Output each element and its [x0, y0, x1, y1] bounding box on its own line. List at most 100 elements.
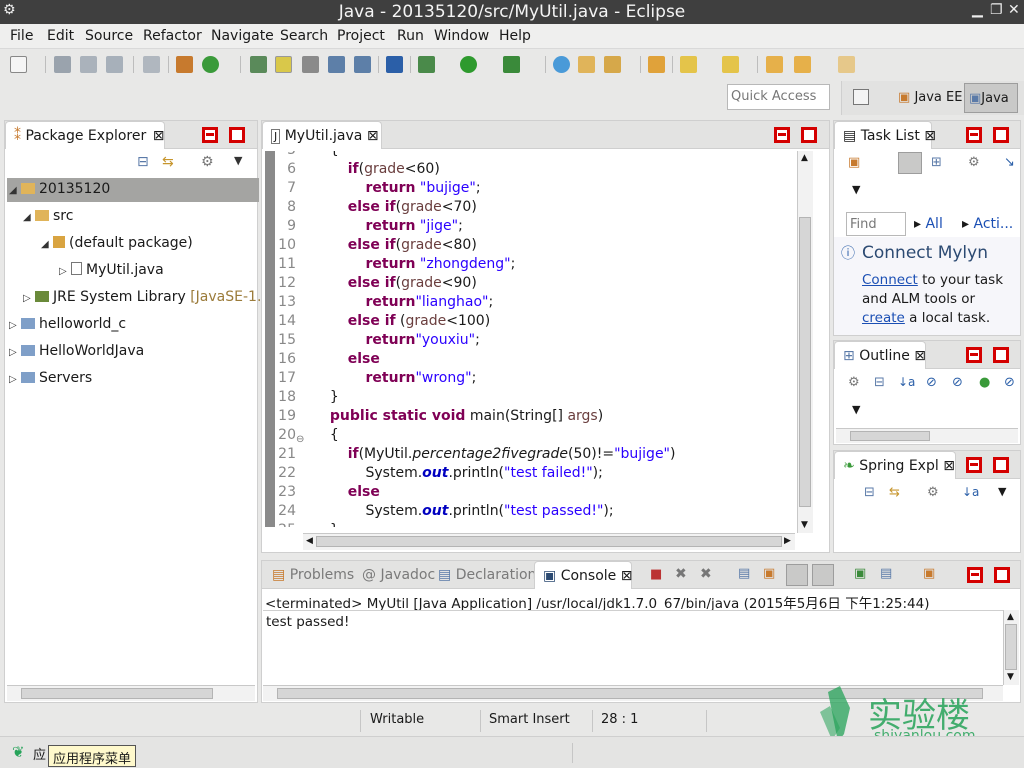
save-all-icon[interactable] [80, 56, 97, 73]
expanded-icon[interactable]: ◢ [9, 185, 21, 196]
focus-icon[interactable]: ↘ [1004, 155, 1015, 170]
print-icon[interactable] [106, 56, 123, 73]
run-external-icon[interactable] [503, 56, 520, 73]
create-link[interactable]: create [862, 310, 905, 326]
last-edit-icon[interactable] [766, 56, 783, 73]
close-icon[interactable]: ⊠ [621, 568, 633, 584]
tab-declaration[interactable]: ▤ Declaration [430, 561, 544, 589]
scroll-right-icon[interactable]: ▶ [784, 536, 791, 546]
new-icon[interactable] [10, 56, 27, 73]
tree-item-src[interactable]: ◢ src [7, 205, 73, 229]
view-menu-icon[interactable]: ▼ [234, 154, 242, 167]
hide-static-icon[interactable]: ⊘ [952, 375, 963, 390]
maximize-view-icon[interactable] [801, 127, 817, 143]
open-console-icon[interactable]: ▣ [923, 566, 935, 581]
expanded-icon[interactable]: ◢ [23, 212, 35, 223]
menu-source[interactable]: Source [85, 28, 133, 44]
quick-access-input[interactable]: Quick Access [727, 84, 830, 110]
prev-annotation-icon[interactable] [722, 56, 739, 73]
scheduled-icon[interactable]: ⊞ [931, 155, 942, 170]
menu-run[interactable]: Run [397, 28, 424, 44]
scroll-lock-icon[interactable]: ▣ [763, 566, 775, 581]
close-icon[interactable]: ⊠ [943, 458, 955, 474]
filter-icon[interactable]: ⚙ [968, 155, 980, 170]
minimize-view-icon[interactable] [774, 127, 790, 143]
view-menu-icon[interactable]: ▼ [998, 485, 1006, 498]
sort-icon[interactable]: ↓a [898, 375, 915, 389]
tab-spring-explorer[interactable]: ❧ Spring Expl ⊠ [834, 451, 956, 479]
open-perspective-icon[interactable] [853, 89, 869, 105]
scrollbar-thumb[interactable] [1005, 624, 1017, 670]
tree-item-myutil-java[interactable]: ▷ MyUtil.java [7, 259, 164, 283]
show-stderr-icon[interactable] [812, 564, 834, 586]
menu-file[interactable]: File [10, 28, 33, 44]
forward-icon[interactable] [838, 56, 855, 73]
tab-problems[interactable]: ▤ Problems [264, 561, 362, 589]
save-icon[interactable] [54, 56, 71, 73]
new-task-icon[interactable]: ▣ [848, 155, 860, 170]
tab-console[interactable]: ▣ Console ⊠ [534, 561, 632, 589]
fold-collapse-icon[interactable]: ⊖ [296, 430, 304, 449]
debug-icon[interactable] [418, 56, 435, 73]
console-output[interactable]: test passed! [263, 610, 1003, 685]
menu-edit[interactable]: Edit [47, 28, 74, 44]
maximize-view-icon[interactable] [993, 347, 1009, 363]
task-find-input[interactable]: Find [846, 212, 906, 236]
open-type-icon[interactable] [250, 56, 267, 73]
collapsed-icon[interactable]: ▷ [23, 293, 35, 304]
link-with-editor-icon[interactable]: ⇆ [889, 485, 900, 500]
view-menu-icon[interactable]: ▼ [852, 183, 860, 196]
globe-icon[interactable] [553, 56, 570, 73]
scroll-down-icon[interactable]: ▼ [1007, 672, 1014, 682]
pin-icon[interactable] [386, 56, 403, 73]
maximize-view-icon[interactable] [229, 127, 245, 143]
run-icon[interactable] [460, 56, 477, 73]
link-icon[interactable] [302, 56, 319, 73]
filter-icon[interactable]: ⚙ [201, 154, 214, 170]
back-icon[interactable] [794, 56, 811, 73]
collapsed-icon[interactable]: ▷ [9, 320, 21, 331]
display-console-icon[interactable]: ▤ [880, 566, 892, 581]
filter-activate[interactable]: ▸ Acti... [962, 216, 1013, 232]
menu-window[interactable]: Window [434, 28, 489, 44]
link-with-editor-icon[interactable]: ⇆ [162, 154, 174, 170]
scroll-up-icon[interactable]: ▲ [801, 153, 808, 163]
tab-myutil-java[interactable]: J MyUtil.java ⊠ [262, 121, 382, 149]
hide-fields-icon[interactable]: ⊘ [926, 375, 937, 390]
editor-horizontal-scrollbar[interactable]: ◀ ▶ [303, 533, 795, 550]
minimize-view-icon[interactable] [966, 127, 982, 143]
block-select-icon[interactable] [328, 56, 345, 73]
mark-occurrences-icon[interactable] [275, 56, 292, 73]
connect-link[interactable]: Connect [862, 272, 918, 288]
close-icon[interactable]: ✕ [1008, 2, 1020, 18]
scroll-up-icon[interactable]: ▲ [1007, 612, 1014, 622]
scrollbar-thumb[interactable] [316, 536, 782, 547]
tab-task-list[interactable]: ▤ Task List ⊠ [834, 121, 936, 149]
collapsed-icon[interactable]: ▷ [9, 347, 21, 358]
view-menu-icon[interactable]: ▼ [852, 403, 860, 416]
perspective-java[interactable]: ▣Java [964, 83, 1018, 113]
minimize-view-icon[interactable] [966, 347, 982, 363]
tree-item-default-package[interactable]: ◢ (default package) [7, 232, 193, 256]
tree-item-jre-library[interactable]: ▷ JRE System Library [JavaSE-1.7] [7, 286, 276, 310]
open-folder-icon[interactable] [578, 56, 595, 73]
minimize-view-icon[interactable] [966, 457, 982, 473]
app-menu-button[interactable]: 应 [33, 744, 46, 763]
close-icon[interactable]: ⊠ [924, 128, 936, 144]
close-icon[interactable]: ⊠ [914, 348, 926, 364]
menu-help[interactable]: Help [499, 28, 531, 44]
clear-console-icon[interactable]: ▤ [738, 566, 750, 581]
refresh-icon[interactable] [202, 56, 219, 73]
remove-launch-icon[interactable]: ✖ [675, 566, 687, 582]
code-area[interactable]: 5 6 7 8 9 10 11 12 13 14 15 16 17 18 19 … [276, 151, 811, 527]
scrollbar-thumb[interactable] [21, 688, 213, 699]
outline-horizontal-scrollbar[interactable] [836, 428, 1018, 443]
terminate-icon[interactable]: ■ [650, 567, 662, 582]
restore-icon[interactable]: ❐ [990, 2, 1003, 18]
collapse-all-icon[interactable]: ⊟ [137, 154, 149, 170]
tab-outline[interactable]: ⊞ Outline ⊠ [834, 341, 926, 369]
console-vertical-scrollbar[interactable]: ▲ ▼ [1003, 610, 1019, 685]
tree-item-project[interactable]: ◢ 20135120 [7, 178, 259, 202]
close-icon[interactable]: ⊠ [153, 128, 165, 144]
pin-console-icon[interactable]: ▣ [854, 566, 866, 581]
